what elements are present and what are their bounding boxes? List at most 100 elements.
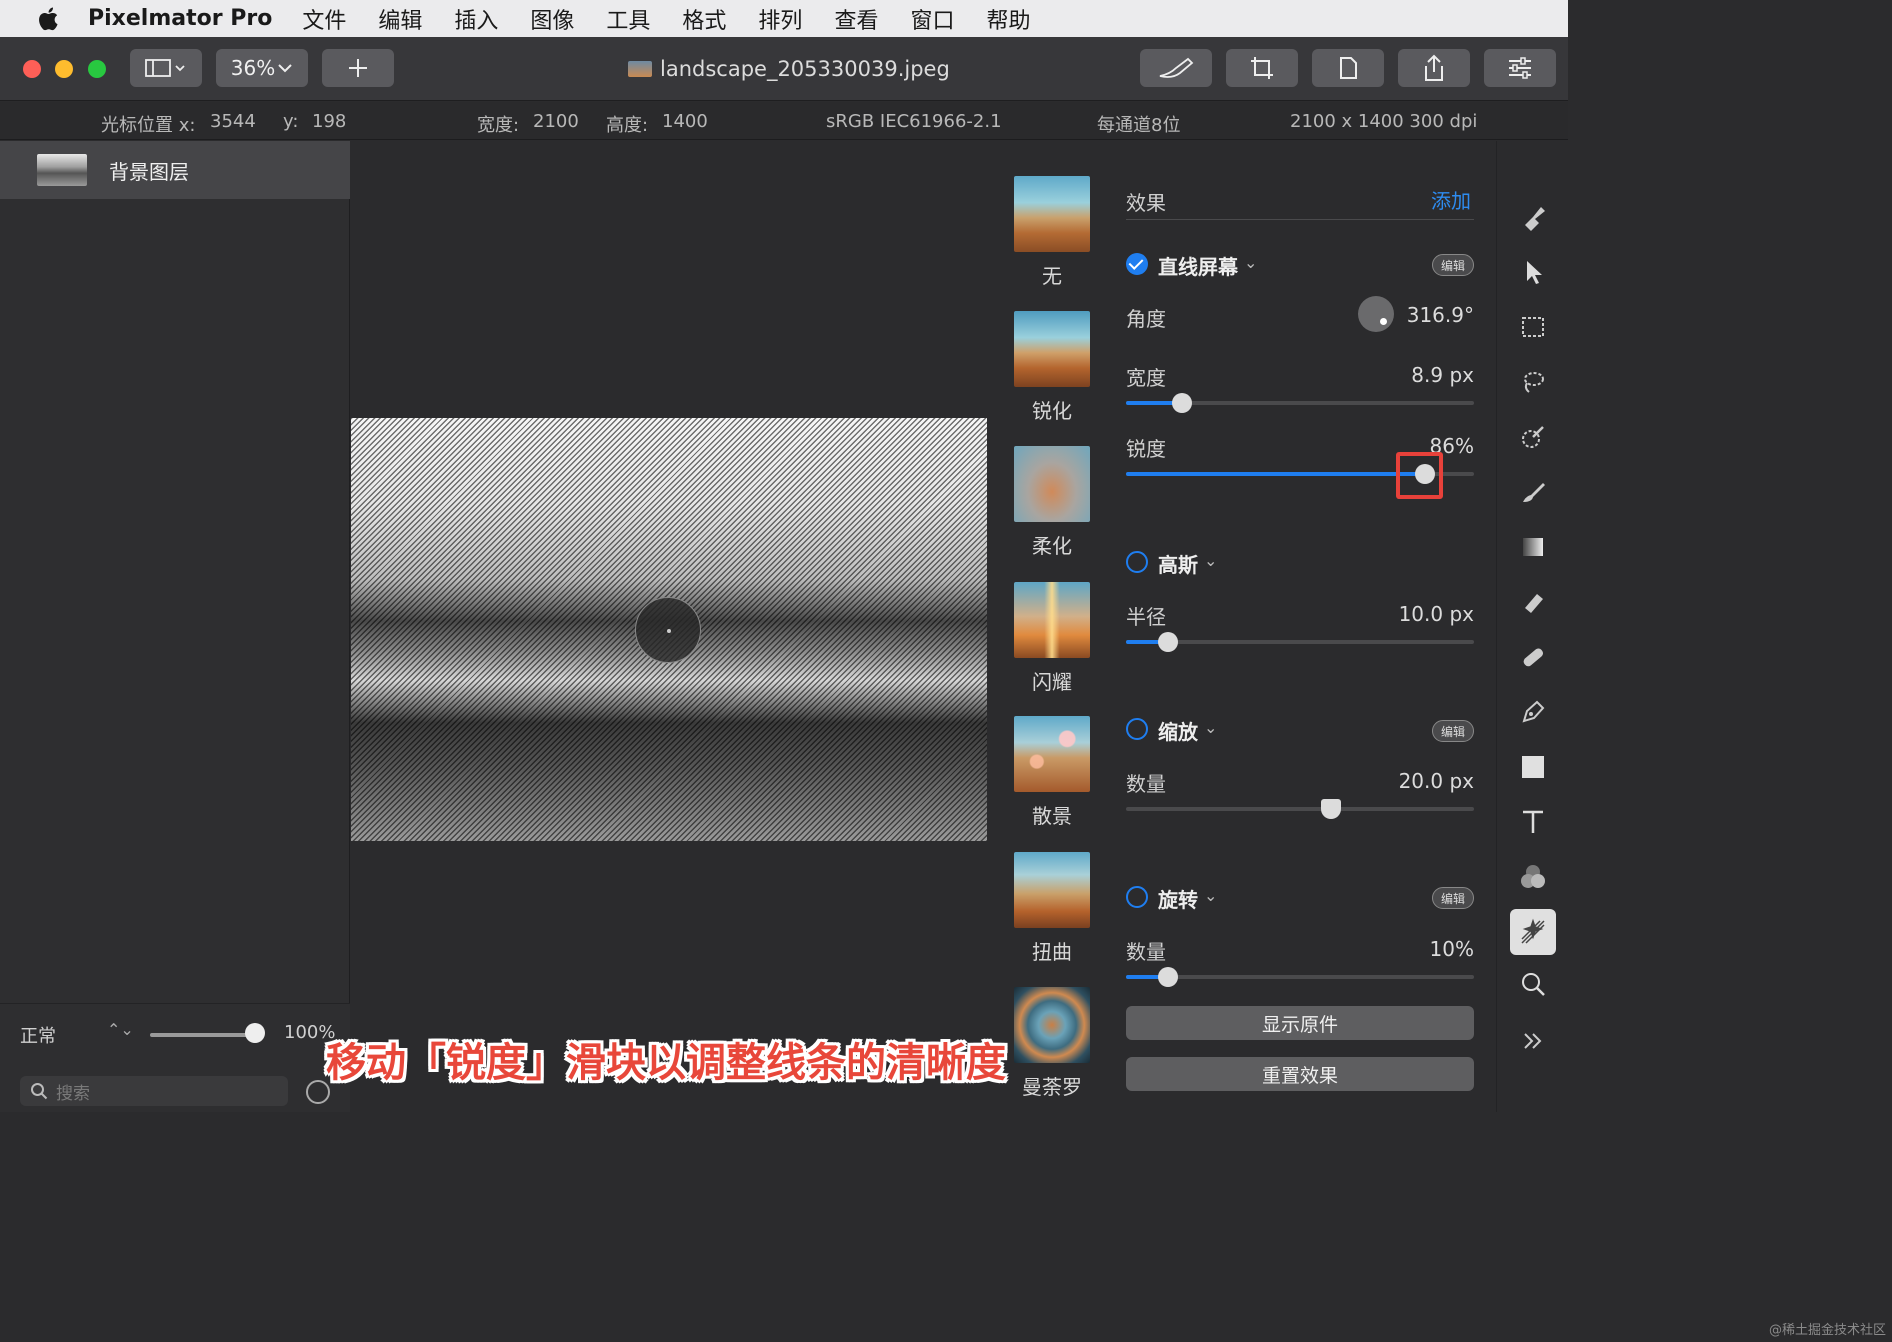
- edit-effect-button[interactable]: 编辑: [1432, 887, 1474, 909]
- layer-thumbnail: [37, 154, 87, 186]
- param-slider[interactable]: [1126, 393, 1474, 413]
- crop-button[interactable]: [1226, 49, 1298, 87]
- slider-knob[interactable]: [1171, 393, 1192, 413]
- effects-browser: 无 锐化 柔化 闪耀 散景 扭曲 曼荼罗: [988, 141, 1116, 1112]
- gradient-tool-icon[interactable]: [1513, 527, 1553, 567]
- param-label: 锐度: [1126, 437, 1166, 461]
- opacity-slider-track[interactable]: [150, 1033, 260, 1037]
- menu-arrange[interactable]: 排列: [758, 3, 802, 35]
- chevron-down-icon[interactable]: ⌄: [1204, 718, 1217, 737]
- menu-insert[interactable]: 插入: [454, 3, 498, 35]
- effect-enabled-checkbox[interactable]: [1126, 551, 1148, 573]
- sidebar-toggle-button[interactable]: [130, 49, 202, 87]
- rectangular-selection-icon[interactable]: [1513, 307, 1553, 347]
- edit-effect-button[interactable]: 编辑: [1432, 254, 1474, 276]
- effect-preset[interactable]: 锐化: [1014, 311, 1090, 424]
- zoom-value: 36%: [230, 56, 276, 80]
- text-tool-icon[interactable]: [1513, 802, 1553, 842]
- show-original-button[interactable]: 显示原件: [1126, 1006, 1474, 1040]
- zoom-dropdown[interactable]: 36%: [216, 49, 308, 87]
- cursor-y-value: 198: [312, 111, 347, 132]
- param-value[interactable]: 8.9 px: [1411, 363, 1474, 387]
- menu-image[interactable]: 图像: [530, 3, 574, 35]
- menu-format[interactable]: 格式: [682, 3, 726, 35]
- param-value[interactable]: 316.9°: [1407, 303, 1474, 327]
- color-profile: sRGB IEC61966-2.1: [826, 111, 1002, 132]
- eraser-tool-icon[interactable]: [1513, 582, 1553, 622]
- lasso-tool-icon[interactable]: [1513, 362, 1553, 402]
- effect-name-dropdown[interactable]: 直线屏幕: [1158, 251, 1238, 280]
- adjustments-button[interactable]: [1484, 49, 1556, 87]
- menu-help[interactable]: 帮助: [986, 3, 1030, 35]
- chevron-down-icon[interactable]: ⌄: [1204, 551, 1217, 570]
- param-slider[interactable]: [1126, 967, 1474, 987]
- slider-knob[interactable]: [1157, 632, 1178, 652]
- blend-mode-select[interactable]: 正常: [20, 1022, 56, 1048]
- menu-window[interactable]: 窗口: [910, 3, 954, 35]
- opacity-slider-knob[interactable]: [245, 1023, 265, 1043]
- effect-preset[interactable]: 柔化: [1014, 446, 1090, 559]
- color-adjust-icon[interactable]: [1513, 857, 1553, 897]
- effect-name-dropdown[interactable]: 旋转: [1158, 884, 1198, 913]
- effect-center-handle[interactable]: [635, 597, 701, 663]
- effect-preset[interactable]: 闪耀: [1014, 582, 1090, 695]
- effect-label: 曼荼罗: [1022, 1075, 1082, 1099]
- slider-knob[interactable]: [1157, 967, 1178, 987]
- effect-label: 扭曲: [1032, 940, 1072, 964]
- param-value[interactable]: 10%: [1430, 937, 1474, 961]
- quick-selection-icon[interactable]: [1513, 417, 1553, 457]
- slider-fill: [1126, 472, 1426, 476]
- width-value: 2100: [533, 111, 579, 132]
- paint-style-tool-icon[interactable]: [1513, 197, 1553, 237]
- zoom-window-button[interactable]: [88, 60, 106, 78]
- effect-preset[interactable]: 散景: [1014, 716, 1090, 829]
- retouch-bandage-icon[interactable]: [1513, 637, 1553, 677]
- apple-icon[interactable]: [34, 4, 64, 34]
- param-slider[interactable]: [1126, 799, 1474, 819]
- menu-file[interactable]: 文件: [302, 3, 346, 35]
- effect-preset[interactable]: 扭曲: [1014, 852, 1090, 965]
- reset-effects-button[interactable]: 重置效果: [1126, 1057, 1474, 1091]
- effect-preset[interactable]: 无: [1014, 176, 1090, 289]
- effects-tool-icon[interactable]: [1510, 909, 1556, 955]
- menu-view[interactable]: 查看: [834, 3, 878, 35]
- close-window-button[interactable]: [23, 60, 41, 78]
- angle-dial[interactable]: [1358, 296, 1394, 332]
- pen-tool-icon[interactable]: [1513, 692, 1553, 732]
- effect-name-dropdown[interactable]: 高斯: [1158, 549, 1198, 578]
- add-button[interactable]: [322, 49, 394, 87]
- layer-row[interactable]: 背景图层: [0, 141, 350, 199]
- sidebar-icon: [145, 59, 185, 77]
- more-tools-icon[interactable]: [1513, 1021, 1553, 1061]
- chevron-updown-icon[interactable]: ⌃⌄: [107, 1020, 134, 1039]
- canvas-area[interactable]: [351, 141, 987, 1112]
- effect-enabled-checkbox[interactable]: [1126, 718, 1148, 740]
- image-size: 2100 x 1400 300 dpi: [1290, 111, 1478, 132]
- menu-tools[interactable]: 工具: [606, 3, 650, 35]
- minimize-window-button[interactable]: [55, 60, 73, 78]
- zoom-tool-icon[interactable]: [1513, 964, 1553, 1004]
- effect-enabled-checkbox[interactable]: [1126, 886, 1148, 908]
- edit-effect-button[interactable]: 编辑: [1432, 720, 1474, 742]
- share-button[interactable]: [1398, 49, 1470, 87]
- layers-footer: 正常 ⌃⌄ 100% 搜索: [0, 1003, 350, 1112]
- add-effect-button[interactable]: 添加: [1431, 185, 1471, 214]
- edit-style-button[interactable]: [1140, 49, 1212, 87]
- slider-knob[interactable]: [1321, 799, 1342, 819]
- shape-tool-icon[interactable]: [1513, 747, 1553, 787]
- document-button[interactable]: [1312, 49, 1384, 87]
- param-value[interactable]: 20.0 px: [1399, 769, 1474, 793]
- arrange-tool-icon[interactable]: [1513, 252, 1553, 292]
- effect-preset[interactable]: 曼荼罗: [1014, 987, 1090, 1100]
- chevron-down-icon[interactable]: ⌄: [1244, 253, 1257, 272]
- param-value[interactable]: 10.0 px: [1399, 602, 1474, 626]
- param-label: 宽度: [1126, 366, 1166, 390]
- layers-search-field[interactable]: 搜索: [20, 1076, 288, 1106]
- effect-name-dropdown[interactable]: 缩放: [1158, 716, 1198, 745]
- menu-edit[interactable]: 编辑: [378, 3, 422, 35]
- chevron-down-icon[interactable]: ⌄: [1204, 886, 1217, 905]
- param-slider[interactable]: [1126, 632, 1474, 652]
- paint-brush-icon[interactable]: [1513, 472, 1553, 512]
- effect-enabled-checkbox[interactable]: [1126, 253, 1148, 275]
- app-menu[interactable]: Pixelmator Pro: [88, 6, 272, 31]
